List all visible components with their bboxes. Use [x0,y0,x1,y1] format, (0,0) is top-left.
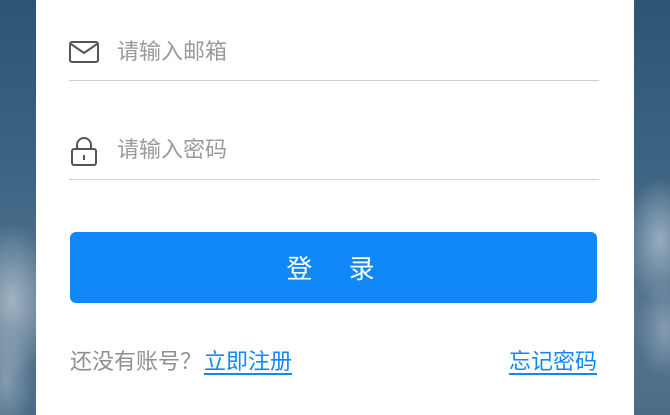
mail-icon [69,37,99,67]
login-button[interactable]: 登 录 [70,232,597,303]
register-link[interactable]: 立即注册 [204,344,292,376]
no-account-prompt: 还没有账号？ [70,350,203,375]
lock-icon [69,136,99,166]
email-input[interactable] [117,32,599,72]
login-card: 登 录 还没有账号？ 立即注册 忘记密码 [36,0,634,415]
forgot-password-link[interactable]: 忘记密码 [509,344,597,376]
login-footer: 还没有账号？ 立即注册 忘记密码 [70,342,597,378]
password-field-row [69,122,599,180]
email-field-row [69,24,599,81]
password-input[interactable] [117,130,599,171]
